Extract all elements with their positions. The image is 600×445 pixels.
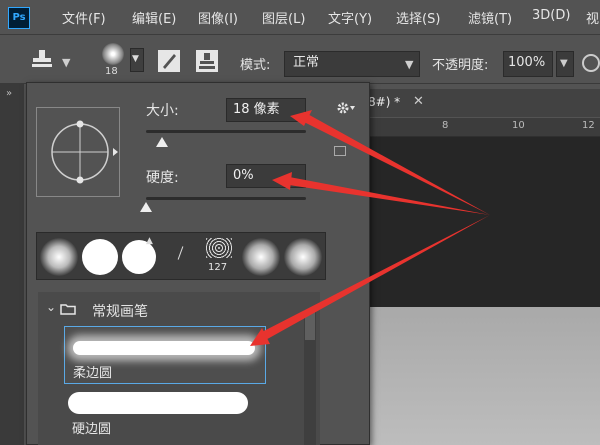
menu-filter[interactable]: 滤镜(T) bbox=[468, 8, 512, 27]
stamp-clone-icon[interactable] bbox=[196, 50, 218, 72]
opacity-value: 100% bbox=[508, 55, 546, 70]
hardness-input[interactable]: 0% bbox=[226, 164, 306, 188]
brush-stroke-preview bbox=[68, 392, 248, 414]
mode-value: 正常 bbox=[293, 55, 320, 70]
menu-3d[interactable]: 3D(D) bbox=[532, 8, 570, 23]
mode-select[interactable]: 正常 ▼ bbox=[284, 51, 420, 77]
brush-group-title: 常规画笔 bbox=[92, 304, 148, 320]
pressure-size-icon: ▲ bbox=[146, 236, 153, 246]
menu-type[interactable]: 文字(Y) bbox=[328, 8, 372, 27]
brush-preview-icon[interactable] bbox=[102, 43, 124, 65]
brush-item-hard-round[interactable]: 硬边圆 bbox=[64, 386, 266, 445]
gear-icon[interactable] bbox=[336, 100, 356, 120]
hardness-label: 硬度: bbox=[146, 170, 179, 186]
size-input[interactable]: 18 像素 bbox=[226, 98, 306, 122]
brush-tip-soft[interactable] bbox=[40, 238, 78, 276]
ruler-tick-label: 10 bbox=[512, 120, 525, 131]
tool-strip bbox=[0, 84, 24, 445]
chevron-down-icon[interactable]: ⌄ bbox=[46, 300, 56, 314]
brush-tip-size-label: 127 bbox=[208, 262, 228, 273]
size-label: 大小: bbox=[146, 103, 179, 119]
folder-icon bbox=[60, 303, 76, 319]
brush-picker-button[interactable]: ▼ bbox=[130, 48, 144, 72]
menu-image[interactable]: 图像(I) bbox=[198, 8, 238, 27]
chevron-down-icon[interactable]: ▼ bbox=[62, 56, 70, 69]
menu-edit[interactable]: 编辑(E) bbox=[132, 8, 176, 27]
brush-tip-hard[interactable] bbox=[82, 239, 118, 275]
reset-icon[interactable] bbox=[334, 146, 346, 156]
ruler-tick-label: 8 bbox=[442, 120, 449, 131]
size-slider-thumb[interactable] bbox=[156, 137, 168, 147]
size-value: 18 像素 bbox=[233, 102, 280, 117]
hardness-slider-thumb[interactable] bbox=[140, 202, 152, 212]
brush-angle-widget[interactable] bbox=[36, 107, 120, 197]
brush-name: 柔边圆 bbox=[73, 366, 113, 381]
opacity-input[interactable]: 100% bbox=[503, 51, 553, 77]
brush-name: 硬边圆 bbox=[72, 422, 112, 437]
brush-list-scroll-thumb[interactable] bbox=[305, 312, 315, 340]
menu-layer[interactable]: 图层(L) bbox=[262, 8, 305, 27]
menu-view[interactable]: 视 bbox=[586, 8, 599, 27]
pressure-opacity-icon[interactable] bbox=[582, 54, 600, 72]
opacity-label: 不透明度: bbox=[432, 58, 489, 73]
brush-tip-scatter[interactable] bbox=[206, 238, 232, 258]
canvas-dark-region[interactable] bbox=[360, 137, 600, 307]
brush-size-badge: 18 bbox=[105, 66, 118, 77]
brush-item-soft-round[interactable]: 柔边圆 bbox=[64, 326, 266, 384]
chevron-down-icon: ▼ bbox=[405, 58, 414, 71]
size-slider-track[interactable] bbox=[146, 130, 306, 133]
menu-file[interactable]: 文件(F) bbox=[62, 8, 106, 27]
stamp-tool-icon[interactable] bbox=[30, 48, 54, 74]
hardness-value: 0% bbox=[233, 168, 254, 183]
menu-select[interactable]: 选择(S) bbox=[396, 8, 440, 27]
ruler-tick-label: 12 bbox=[582, 120, 595, 131]
mode-label: 模式: bbox=[240, 58, 271, 73]
brush-tip-soft-pressure[interactable] bbox=[242, 238, 280, 276]
collapse-icon[interactable]: » bbox=[6, 88, 12, 99]
brush-stroke-preview bbox=[73, 341, 255, 355]
close-icon[interactable]: ✕ bbox=[413, 94, 424, 109]
opacity-dropdown-button[interactable]: ▼ bbox=[556, 51, 574, 77]
photoshop-logo: Ps bbox=[8, 7, 30, 29]
brush-toggle-icon[interactable] bbox=[158, 50, 180, 72]
hardness-slider-track[interactable] bbox=[146, 197, 306, 200]
brush-tip-soft-airbrush[interactable] bbox=[284, 238, 322, 276]
document-tab-title: 8#) * bbox=[368, 95, 401, 109]
recent-brush-tips bbox=[36, 232, 326, 280]
horizontal-ruler bbox=[360, 118, 600, 137]
canvas-light-region[interactable] bbox=[360, 307, 600, 445]
